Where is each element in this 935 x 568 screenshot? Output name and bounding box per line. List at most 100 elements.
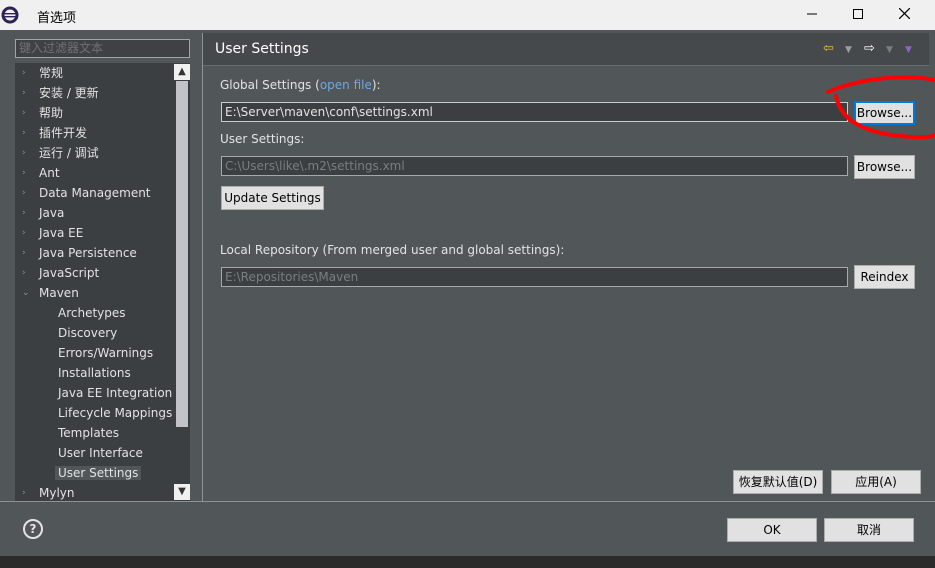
pane-divider[interactable]	[202, 33, 203, 502]
tree-item-label: Java Persistence	[39, 246, 137, 260]
cancel-button[interactable]: 取消	[824, 518, 914, 542]
scroll-up-icon[interactable]: ▲	[174, 64, 190, 80]
tree-item[interactable]: › 运行 / 调试	[22, 143, 99, 163]
close-button[interactable]	[881, 0, 927, 30]
chevron-right-icon[interactable]: ›	[22, 263, 32, 283]
tree-item[interactable]: › 常规	[22, 63, 64, 83]
close-icon	[898, 7, 910, 22]
tree-item-label: Java EE Integration	[58, 386, 173, 400]
update-settings-button[interactable]: Update Settings	[221, 186, 324, 210]
page-header: User Settings ⇦ ▼ ⇨ ▼ ▼	[203, 33, 929, 65]
tree-item[interactable]: Java EE Integration	[58, 383, 172, 403]
tree-item[interactable]: › Java Persistence	[22, 243, 137, 263]
chevron-right-icon[interactable]: ›	[22, 63, 32, 83]
forward-dropdown-icon[interactable]: ▼	[886, 45, 893, 55]
tree-item-label: Archetypes	[58, 306, 126, 320]
window-title: 首选项	[37, 11, 77, 26]
chevron-right-icon[interactable]: ›	[22, 483, 32, 501]
chevron-right-icon[interactable]: ›	[22, 223, 32, 243]
footer-separator	[0, 501, 935, 502]
tree-item-label: Ant	[39, 166, 60, 180]
tree-item[interactable]: › Mylyn	[22, 483, 75, 501]
chevron-right-icon[interactable]: ›	[22, 143, 32, 163]
background-taskbar	[0, 556, 935, 568]
local-repository-field[interactable]: E:\Repositories\Maven	[221, 267, 848, 287]
tree-item-label: 常规	[39, 66, 64, 80]
reindex-button[interactable]: Reindex	[854, 265, 915, 289]
tree-item[interactable]: Installations	[58, 363, 131, 383]
global-settings-label-suffix: ):	[371, 78, 381, 92]
tree-item[interactable]: › 帮助	[22, 103, 64, 123]
tree-item[interactable]: › Java EE	[22, 223, 84, 243]
user-settings-field[interactable]: C:\Users\like\.m2\settings.xml	[221, 156, 848, 176]
restore-defaults-button[interactable]: 恢复默认值(D)	[733, 470, 823, 494]
chevron-right-icon[interactable]: ›	[22, 243, 32, 263]
tree-item-label: Errors/Warnings	[58, 346, 154, 360]
tree-item-label: Data Management	[39, 186, 151, 200]
back-arrow-icon[interactable]: ⇦	[823, 41, 834, 56]
tree-scrollbar[interactable]: ▲ ▼	[174, 63, 190, 501]
global-settings-field[interactable]: E:\Server\maven\conf\settings.xml	[221, 102, 848, 122]
global-settings-label-text: Global Settings (	[220, 78, 320, 92]
chevron-right-icon[interactable]: ›	[22, 83, 32, 103]
tree-item[interactable]: Discovery	[58, 323, 117, 343]
minimize-icon	[807, 8, 817, 22]
view-menu-icon[interactable]: ▼	[905, 45, 912, 55]
forward-arrow-icon[interactable]: ⇨	[864, 41, 875, 56]
tree-item-label: Java	[39, 206, 65, 220]
preferences-window: 首选项 键入过滤器文本 › 常规 › 安装 / 更新 › 帮助 › 插件开发 › 运行 / 调试 ›…	[0, 0, 935, 568]
filter-input[interactable]: 键入过滤器文本	[15, 39, 190, 58]
chevron-right-icon[interactable]: ›	[22, 163, 32, 183]
user-browse-button[interactable]: Browse...	[854, 155, 915, 179]
tree-item[interactable]: › Java	[22, 203, 65, 223]
maximize-icon	[853, 8, 863, 22]
header-separator	[203, 65, 929, 66]
tree-item[interactable]: Errors/Warnings	[58, 343, 153, 363]
local-repository-label: Local Repository (From merged user and g…	[220, 243, 565, 257]
tree-item[interactable]: Archetypes	[58, 303, 126, 323]
back-dropdown-icon[interactable]: ▼	[845, 45, 852, 55]
minimize-button[interactable]	[789, 0, 835, 30]
tree-item[interactable]: › 插件开发	[22, 123, 88, 143]
chevron-right-icon[interactable]: ›	[22, 123, 32, 143]
tree-item[interactable]: ⌄ Maven	[22, 283, 79, 303]
tree-item-label: 插件开发	[39, 126, 88, 140]
open-file-link[interactable]: open file	[320, 78, 372, 92]
tree-item-label: 安装 / 更新	[39, 86, 99, 100]
tree-item-label: Templates	[58, 426, 120, 440]
chevron-right-icon[interactable]: ›	[22, 183, 32, 203]
tree-item-label: JavaScript	[39, 266, 100, 280]
scroll-down-icon[interactable]: ▼	[174, 484, 190, 500]
chevron-down-icon[interactable]: ⌄	[22, 283, 32, 303]
chevron-right-icon[interactable]: ›	[22, 203, 32, 223]
title-bar: 首选项	[0, 0, 935, 30]
tree-item-label: Maven	[39, 286, 79, 300]
scrollbar-thumb[interactable]	[176, 81, 188, 427]
tree-item[interactable]: User Settings	[55, 463, 142, 483]
help-icon[interactable]: ?	[23, 519, 43, 539]
user-settings-label: User Settings:	[220, 132, 305, 146]
apply-button[interactable]: 应用(A)	[831, 470, 921, 494]
global-browse-button[interactable]: Browse...	[854, 101, 915, 125]
tree-item-label: User Interface	[58, 446, 143, 460]
tree-item[interactable]: User Interface	[58, 443, 143, 463]
tree-item[interactable]: › Ant	[22, 163, 60, 183]
global-settings-label: Global Settings (open file):	[220, 78, 381, 92]
tree-item[interactable]: Lifecycle Mappings	[58, 403, 172, 423]
tree-item-label: 运行 / 调试	[39, 146, 99, 160]
eclipse-app-icon	[0, 5, 20, 25]
tree-item[interactable]: › Data Management	[22, 183, 151, 203]
tree-item-label: Discovery	[58, 326, 118, 340]
tree-item[interactable]: Templates	[58, 423, 119, 443]
maximize-button[interactable]	[835, 0, 881, 30]
tree-item[interactable]: › 安装 / 更新	[22, 83, 99, 103]
chevron-right-icon[interactable]: ›	[22, 103, 32, 123]
tree-item-label: Java EE	[39, 226, 84, 240]
tree-item-label: Mylyn	[39, 486, 75, 500]
tree-item-label: 帮助	[39, 106, 64, 120]
page-title: User Settings	[215, 41, 309, 57]
preferences-tree: › 常规 › 安装 / 更新 › 帮助 › 插件开发 › 运行 / 调试 › Ant › Data Man…	[15, 63, 190, 501]
tree-item[interactable]: › JavaScript	[22, 263, 100, 283]
ok-button[interactable]: OK	[727, 518, 817, 542]
tree-item-label: User Settings	[55, 466, 142, 480]
